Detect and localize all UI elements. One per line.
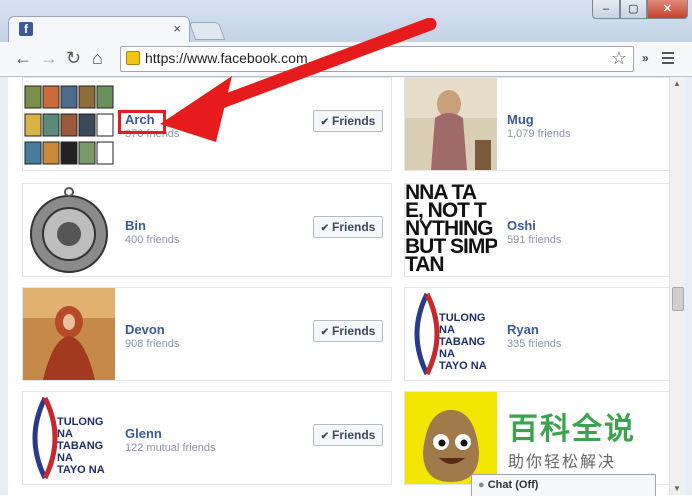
check-icon: ✔: [320, 431, 330, 442]
logo-text-line: TAYO NA: [439, 360, 487, 372]
friend-name-link[interactable]: Glenn: [125, 426, 162, 441]
browser-window: f × – ▢ ✕ ← → ↻ ⌂ https://www.facebook.c…: [0, 0, 692, 496]
forward-arrow-icon[interactable]: →: [40, 48, 58, 68]
logo-text: TULONG NA TABANG NA TAYO NA: [439, 312, 497, 372]
profile-photo[interactable]: TULONG NA TABANG NA TAYO NA: [23, 392, 115, 484]
profile-photo[interactable]: [23, 78, 115, 170]
bookmark-star-icon[interactable]: ☆: [611, 48, 627, 69]
friend-card: TULONG NA TABANG NA TAYO NA Glenn 122 mu…: [22, 391, 392, 485]
friend-card: Devon 908 friends ✔ Friends: [22, 287, 392, 381]
home-icon[interactable]: ⌂: [92, 48, 103, 68]
close-window-button[interactable]: ✕: [646, 0, 688, 19]
friend-count: 122 mutual friends: [125, 442, 216, 454]
friends-button[interactable]: ✔ Friends: [313, 320, 383, 342]
watermark: 百科全说 助你轻松解决: [508, 404, 658, 472]
friends-button[interactable]: ✔ Friends: [313, 424, 383, 446]
lock-icon: [126, 51, 140, 65]
chat-status-icon: ●: [478, 479, 485, 491]
friend-count: 908 friends: [125, 338, 180, 350]
profile-photo[interactable]: [23, 288, 115, 380]
friend-count: 335 friends: [507, 338, 562, 350]
friend-name-link[interactable]: Oshi: [507, 218, 536, 233]
reload-icon[interactable]: ↻: [66, 48, 81, 68]
scroll-up-icon[interactable]: ▲: [673, 79, 681, 88]
check-icon: ✔: [320, 327, 330, 338]
facebook-favicon-icon: f: [19, 22, 33, 36]
profile-photo[interactable]: [23, 184, 115, 276]
friend-card: Bin 400 friends ✔ Friends: [22, 183, 392, 277]
red-arrow-icon: [160, 18, 437, 142]
friend-count: 400 friends: [125, 234, 180, 246]
profile-photo[interactable]: TULONG NA TABANG NA TAYO NA: [405, 288, 497, 380]
minimize-button[interactable]: –: [592, 0, 620, 19]
friends-button-label: Friends: [332, 220, 376, 234]
profile-photo[interactable]: [405, 392, 497, 484]
logo-text-line: TULONG NA: [439, 312, 486, 336]
scroll-thumb[interactable]: [672, 287, 684, 311]
extensions-overflow-button[interactable]: »: [642, 51, 649, 65]
friend-card: NNA TA E, NOT T NYTHING BUT SIMP TAN Osh…: [404, 183, 669, 277]
logo-text-line: TULONG NA: [57, 416, 104, 440]
friend-name-link[interactable]: Devon: [125, 322, 165, 337]
check-icon: ✔: [320, 223, 330, 234]
friend-name-link[interactable]: Mug: [507, 112, 534, 127]
friend-name-link[interactable]: Ryan: [507, 322, 539, 337]
back-arrow-icon[interactable]: ←: [14, 48, 32, 68]
profile-photo[interactable]: NNA TA E, NOT T NYTHING BUT SIMP TAN: [405, 184, 497, 276]
chat-label: Chat (Off): [487, 479, 539, 491]
friend-card: TULONG NA TABANG NA TAYO NA Ryan 335 fri…: [404, 287, 669, 381]
friends-button-label: Friends: [332, 324, 376, 338]
vertical-scrollbar[interactable]: ▲ ▼: [669, 77, 685, 495]
friend-name-link[interactable]: Bin: [125, 218, 146, 233]
friend-count: 591 friends: [507, 234, 562, 246]
friends-button[interactable]: ✔ Friends: [313, 216, 383, 238]
logo-text-line: TABANG NA: [57, 440, 104, 464]
friends-button-label: Friends: [332, 428, 376, 442]
window-controls: – ▢ ✕: [592, 0, 688, 20]
highlight-box: [118, 110, 166, 134]
friend-card: Mug 1,079 friends: [404, 77, 669, 171]
photo-text-line: TAN: [405, 253, 445, 276]
scroll-down-icon[interactable]: ▼: [673, 484, 681, 493]
chat-bar[interactable]: ● Chat (Off): [471, 474, 656, 496]
logo-text-line: TAYO NA: [57, 464, 105, 476]
menu-icon[interactable]: [662, 49, 674, 67]
friend-count: 1,079 friends: [507, 128, 571, 140]
watermark-title: 百科全说: [508, 412, 636, 447]
watermark-subtitle: 助你轻松解决: [508, 452, 617, 471]
maximize-button[interactable]: ▢: [619, 0, 647, 19]
logo-text: TULONG NA TABANG NA TAYO NA: [57, 416, 115, 476]
logo-text-line: TABANG NA: [439, 336, 486, 360]
